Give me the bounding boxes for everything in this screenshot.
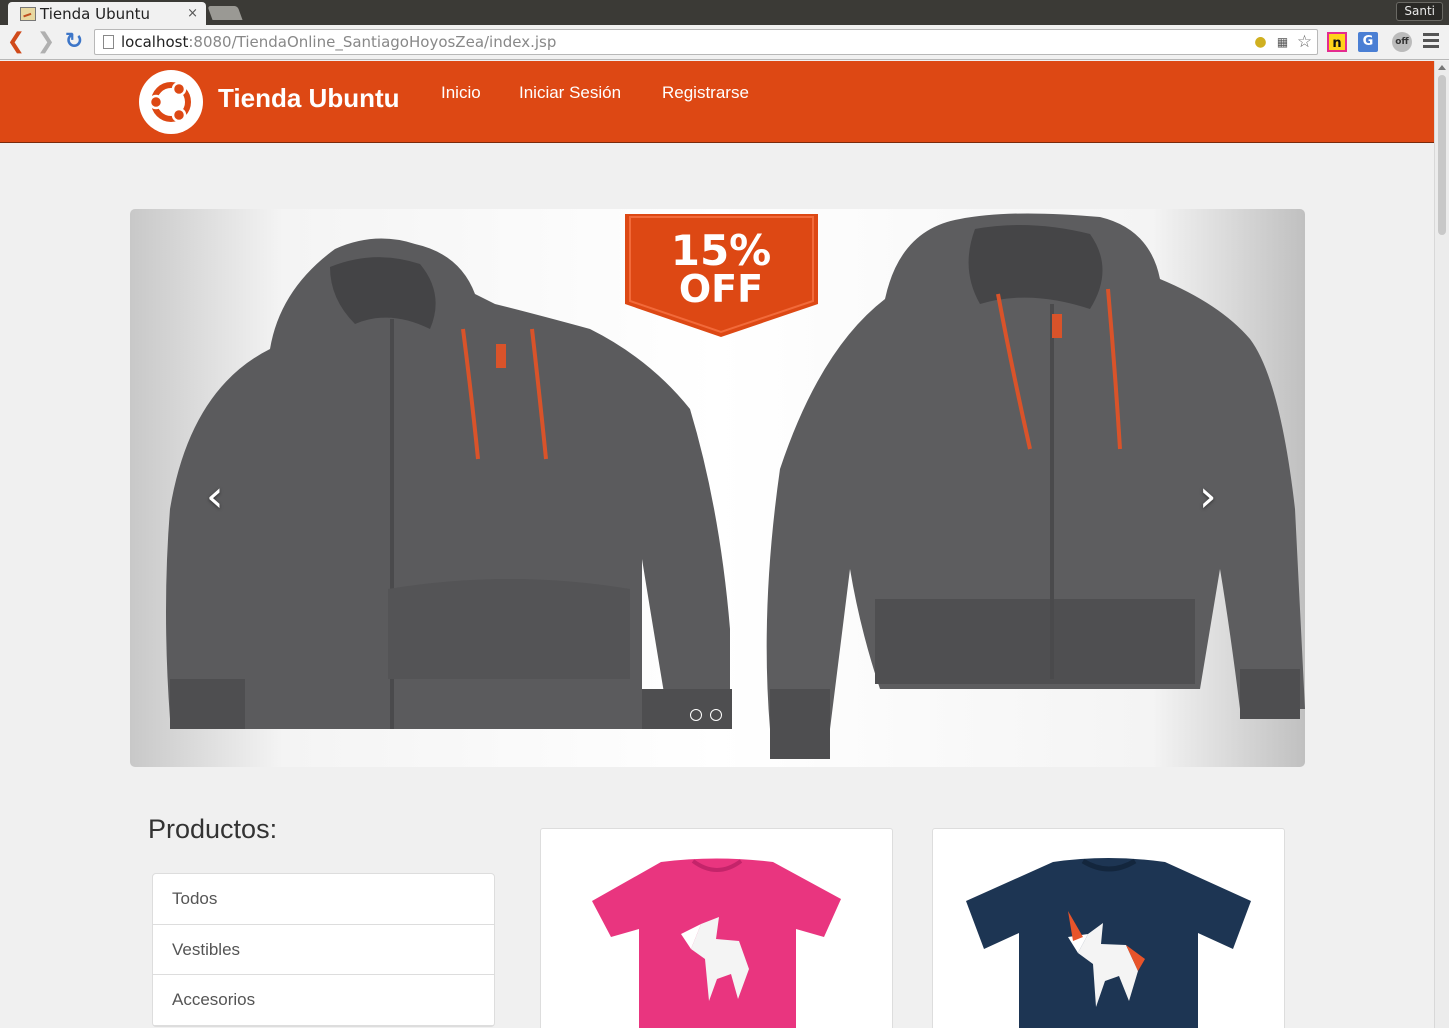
- products-heading: Productos:: [148, 814, 278, 844]
- right-hoodie-image: [766, 213, 1305, 759]
- ubuntu-logo-icon[interactable]: [139, 70, 203, 134]
- favicon-icon: [20, 6, 36, 21]
- address-bar[interactable]: localhost:8080/TiendaOnline_SantiagoHoyo…: [94, 29, 1318, 55]
- discount-badge: 15% OFF: [625, 214, 818, 337]
- new-tab-button[interactable]: [207, 6, 243, 20]
- site-navbar: Tienda Ubuntu Inicio Iniciar Sesión Regi…: [0, 61, 1434, 143]
- category-list: Todos Vestibles Accesorios: [152, 873, 495, 1027]
- scroll-up-arrow-icon[interactable]: [1438, 65, 1446, 70]
- nav-link-inicio[interactable]: Inicio: [441, 83, 481, 103]
- category-item-accesorios[interactable]: Accesorios: [153, 975, 494, 1026]
- category-item-vestibles[interactable]: Vestibles: [153, 925, 494, 975]
- nav-link-registrarse[interactable]: Registrarse: [662, 83, 749, 103]
- bookmark-star-icon[interactable]: ☆: [1296, 34, 1313, 51]
- lightbulb-icon[interactable]: ●: [1252, 34, 1269, 51]
- site-brand[interactable]: Tienda Ubuntu: [218, 83, 400, 114]
- browser-menu-icon[interactable]: [1423, 33, 1439, 49]
- google-translate-extension-icon[interactable]: G: [1358, 32, 1378, 52]
- carousel-prev-icon[interactable]: ‹: [206, 475, 224, 519]
- badge-line2: OFF: [679, 267, 763, 311]
- carousel-next-icon[interactable]: ›: [1199, 475, 1217, 519]
- browser-tab-strip: Tienda Ubuntu × Santi: [0, 0, 1449, 25]
- carousel-indicator-1[interactable]: [690, 709, 702, 721]
- url-text[interactable]: localhost:8080/TiendaOnline_SantiagoHoyo…: [121, 33, 556, 51]
- browser-toolbar: ❮ ❯ ↻ localhost:8080/TiendaOnline_Santia…: [0, 25, 1449, 60]
- scroll-thumb[interactable]: [1438, 75, 1446, 235]
- profile-button[interactable]: Santi: [1396, 2, 1443, 21]
- category-item-todos[interactable]: Todos: [153, 874, 494, 925]
- product-card[interactable]: [540, 828, 893, 1028]
- extension-off-icon[interactable]: off: [1392, 32, 1412, 52]
- left-hoodie-image: [166, 238, 732, 729]
- navy-tshirt-image: [966, 858, 1251, 1028]
- pink-tshirt-image: [592, 858, 841, 1028]
- promo-carousel: 15% OFF ‹ ›: [130, 209, 1305, 767]
- extension-n-icon[interactable]: n: [1327, 32, 1347, 52]
- tab-title: Tienda Ubuntu: [40, 4, 150, 23]
- translate-icon[interactable]: ▦: [1274, 34, 1291, 51]
- carousel-indicator-2[interactable]: [710, 709, 722, 721]
- forward-arrow-icon[interactable]: ❯: [35, 31, 57, 53]
- product-card[interactable]: [932, 828, 1285, 1028]
- page-scrollbar[interactable]: [1434, 61, 1449, 1028]
- page-icon: [103, 35, 114, 49]
- page-viewport: Tienda Ubuntu Inicio Iniciar Sesión Regi…: [0, 61, 1434, 1028]
- nav-link-iniciar-sesion[interactable]: Iniciar Sesión: [519, 83, 621, 103]
- back-arrow-icon[interactable]: ❮: [5, 31, 27, 53]
- close-tab-icon[interactable]: ×: [187, 6, 198, 21]
- browser-tab[interactable]: Tienda Ubuntu ×: [8, 2, 206, 25]
- hoodies-promo-image: 15% OFF: [166, 213, 1305, 759]
- reload-icon[interactable]: ↻: [63, 31, 85, 53]
